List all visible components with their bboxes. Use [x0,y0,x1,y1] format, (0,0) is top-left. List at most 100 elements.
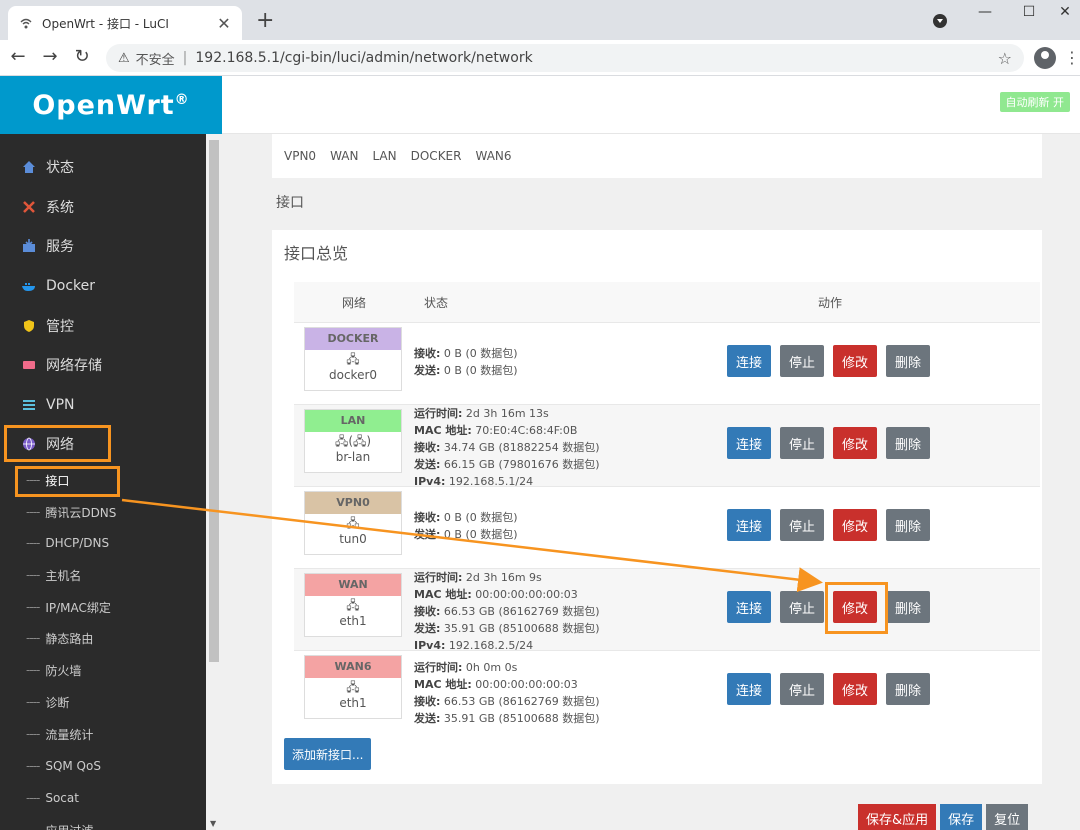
tab-search-icon[interactable] [933,14,947,28]
tab-docker[interactable]: DOCKER [411,149,462,163]
auto-refresh-badge[interactable]: 自动刷新 开 [999,92,1070,112]
brand-mark: ® [174,91,190,108]
submenu-label: 应用过滤 [45,822,93,830]
reload-icon[interactable]: ↻ [70,46,94,67]
browser-tab[interactable]: OpenWrt - 接口 - LuCI ✕ [8,6,242,40]
tab-wan6[interactable]: WAN6 [475,149,511,163]
status-value: 0 B (0 数据包) [443,511,518,524]
delete-button[interactable]: 删除 [886,673,930,705]
sidebar-item-label: VPN [46,397,75,413]
table-row: LAN 🖧(🖧) br-lan 运行时间: 2d 3h 16m 13s MAC 地址: … [294,404,1040,488]
tools-icon [20,198,38,216]
device-icon: 🖧 [346,598,360,612]
status-key: 接收: [414,695,441,708]
window-close-icon[interactable]: ✕ [1050,4,1080,20]
maximize-icon[interactable]: ☐ [1014,4,1044,20]
delete-button[interactable]: 删除 [886,509,930,541]
submenu-dhcp-dns[interactable]: ---- DHCP/DNS [0,527,206,559]
tab-lan[interactable]: LAN [372,149,396,163]
interface-tabs: VPN0 WAN LAN DOCKER WAN6 [272,134,1042,178]
connect-button[interactable]: 连接 [727,427,771,459]
sidebar-item-control[interactable]: 管控 [0,306,206,346]
interface-status: 运行时间: 2d 3h 16m 13s MAC 地址: 70:E0:4C:68:4… [414,405,600,490]
insecure-label: 不安全 [135,52,175,68]
edit-button[interactable]: 修改 [833,345,877,377]
connect-button[interactable]: 连接 [727,591,771,623]
submenu-socat[interactable]: ---- Socat [0,782,206,814]
back-icon[interactable]: ← [6,46,30,67]
status-key: MAC 地址: [414,424,472,437]
save-apply-button[interactable]: 保存&应用 [858,804,937,830]
network-badge: WAN6 🖧 eth1 [304,655,402,719]
submenu-hostnames[interactable]: ---- 主机名 [0,559,206,591]
forward-icon[interactable]: → [38,46,62,67]
submenu-label: 流量统计 [45,727,94,742]
status-value: 34.74 GB (81882254 数据包) [443,441,600,454]
status-key: 接收: [414,511,441,524]
stop-button[interactable]: 停止 [780,427,824,459]
stop-button[interactable]: 停止 [780,591,824,623]
address-toolbar: ← → ↻ ⚠ 不安全 | 192.168.5.1/cgi-bin/luci/a… [0,40,1080,76]
submenu-firewall[interactable]: ---- 防火墙 [0,654,206,686]
status-key: 发送: [414,364,441,377]
delete-button[interactable]: 删除 [886,591,930,623]
top-header: 自动刷新 开 [222,76,1080,134]
stop-button[interactable]: 停止 [780,673,824,705]
scrollbar-thumb[interactable] [209,140,219,662]
stop-button[interactable]: 停止 [780,345,824,377]
submenu-ddns[interactable]: ---- 腾讯云DDNS [0,496,206,528]
new-tab-icon[interactable]: + [256,8,274,33]
tab-wan[interactable]: WAN [330,149,358,163]
edit-button[interactable]: 修改 [833,509,877,541]
device-icon: 🖧(🖧) [334,434,372,448]
sidebar-item-status[interactable]: 状态 [0,147,206,187]
submenu-label: Socat [45,791,79,805]
scroll-down-icon[interactable]: ▼ [210,819,216,828]
reset-button[interactable]: 复位 [986,804,1029,830]
status-line: 运行时间: 2d 3h 16m 13s [414,405,600,422]
row-actions: 连接 停止 修改 删除 [727,673,939,705]
sidebar-item-vpn[interactable]: VPN [0,385,206,425]
submenu-sqm[interactable]: ---- SQM QoS [0,750,206,782]
url-text[interactable]: 192.168.5.1/cgi-bin/luci/admin/network/n… [195,50,997,66]
connect-button[interactable]: 连接 [727,673,771,705]
edit-button[interactable]: 修改 [833,673,877,705]
submenu-label: IP/MAC绑定 [45,600,111,615]
save-button[interactable]: 保存 [940,804,983,830]
interface-status: 接收: 0 B (0 数据包) 发送: 0 B (0 数据包) [414,509,518,543]
sidebar-item-label: 状态 [46,160,74,176]
stop-button[interactable]: 停止 [780,509,824,541]
sidebar-item-docker[interactable]: Docker [0,266,206,306]
sidebar-item-nas[interactable]: 网络存储 [0,345,206,385]
col-network: 网络 [342,296,367,310]
connect-button[interactable]: 连接 [727,345,771,377]
submenu-app-filter[interactable]: ----应用过滤 [0,814,206,830]
submenu-static-routes[interactable]: ---- 静态路由 [0,622,206,654]
status-value: 0 B (0 数据包) [443,364,518,377]
inbox-icon [20,237,38,255]
brand-logo[interactable]: OpenWrt® [0,76,222,134]
sidebar-scrollbar[interactable]: ▼ [206,134,222,830]
bookmark-star-icon[interactable]: ☆ [998,49,1012,68]
sidebar-item-system[interactable]: 系统 [0,187,206,227]
profile-avatar-icon[interactable] [1034,47,1056,69]
submenu-traffic[interactable]: ---- 流量统计 [0,718,206,750]
device-name: docker0 [328,368,378,382]
minimize-icon[interactable]: — [970,4,1000,20]
delete-button[interactable]: 删除 [886,427,930,459]
omnibox[interactable]: ⚠ 不安全 | 192.168.5.1/cgi-bin/luci/admin/n… [106,44,1024,72]
add-interface-button[interactable]: 添加新接口... [284,738,372,770]
edit-button[interactable]: 修改 [833,427,877,459]
status-value: 66.53 GB (86162769 数据包) [443,695,600,708]
submenu-ip-mac[interactable]: ---- IP/MAC绑定 [0,591,206,623]
tab-close-icon[interactable]: ✕ [216,14,232,33]
tab-vpn0[interactable]: VPN0 [284,149,316,163]
delete-button[interactable]: 删除 [886,345,930,377]
connect-button[interactable]: 连接 [727,509,771,541]
status-line: 接收: 0 B (0 数据包) [414,509,518,526]
browser-menu-icon[interactable]: ⋮ [1064,48,1080,67]
status-key: 接收: [414,605,441,618]
docker-icon [20,277,38,295]
sidebar-item-services[interactable]: 服务 [0,226,206,266]
submenu-diagnostics[interactable]: ---- 诊断 [0,686,206,718]
